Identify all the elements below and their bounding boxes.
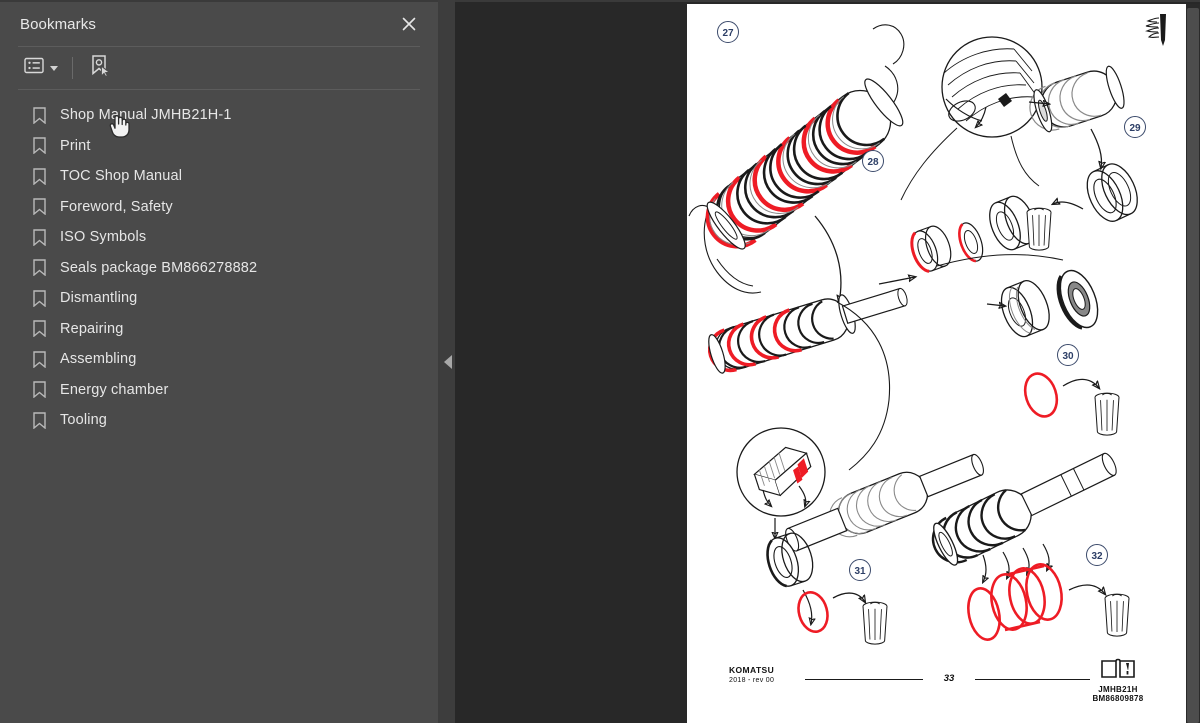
svg-text:32: 32 [1091, 551, 1103, 562]
brand-revision: 2018 - rev 00 [729, 676, 775, 684]
bookmark-icon [33, 290, 55, 307]
bookmark-item-repairing[interactable]: Repairing [0, 314, 438, 345]
bookmark-item-label: Tooling [60, 412, 107, 429]
page-footer: KOMATSU 2018 - rev 00 33 JMHB21H BM86809… [687, 658, 1186, 711]
bookmark-icon [33, 351, 55, 368]
bookmark-icon [33, 198, 55, 216]
doc-code: BM86809878 [1092, 694, 1144, 703]
bookmarks-panel: Bookmarks Shop Manual JMHB21H-1 Print TO… [0, 0, 438, 723]
svg-text:29: 29 [1129, 123, 1141, 134]
panel-collapse-handle[interactable] [440, 0, 455, 723]
pdf-reader-window: Bookmarks Shop Manual JMHB21H-1 Print TO… [0, 0, 1200, 723]
document-viewer: 27 28 29 30 31 32 KOMATSU 2018 - rev 00 … [455, 0, 1200, 723]
bookmark-item-label: Dismantling [60, 290, 138, 307]
page-number: 33 [943, 673, 955, 684]
bookmark-item-label: Print [60, 137, 91, 154]
doc-model: JMHB21H [1098, 685, 1138, 694]
new-bookmark-icon [89, 54, 111, 83]
bookmark-item-seals-package[interactable]: Seals package BM866278882 [0, 253, 438, 284]
bookmark-item-label: TOC Shop Manual [60, 168, 183, 185]
svg-text:31: 31 [854, 566, 866, 577]
bookmark-icon [33, 229, 55, 246]
bookmark-item-label: Foreword, Safety [60, 198, 173, 215]
bookmarks-toolbar [0, 47, 438, 89]
bookmark-item-energy-chamber[interactable]: Energy chamber [0, 375, 438, 406]
bookmark-item-label: Seals package BM866278882 [60, 259, 258, 276]
footer-rule-left [805, 679, 923, 680]
close-icon[interactable] [396, 11, 422, 37]
bookmark-item-label: Assembling [60, 351, 137, 368]
bookmark-item-shop-manual[interactable]: Shop Manual JMHB21H-1 [0, 100, 438, 131]
chevron-down-icon [50, 65, 58, 71]
bookmark-item-print[interactable]: Print [0, 131, 438, 162]
footer-brand-block: KOMATSU 2018 - rev 00 [729, 665, 774, 684]
exploded-assembly-diagram: 27 28 29 30 31 32 [688, 21, 1146, 645]
bookmark-item-foreword-safety[interactable]: Foreword, Safety [0, 192, 438, 223]
bookmark-item-iso-symbols[interactable]: ISO Symbols [0, 222, 438, 253]
bookmark-icon [33, 168, 55, 185]
new-bookmark-button[interactable] [85, 54, 115, 82]
svg-text:27: 27 [722, 28, 734, 39]
bookmark-item-toc-shop-manual[interactable]: TOC Shop Manual [0, 161, 438, 192]
vertical-scrollbar-thumb[interactable] [1187, 8, 1199, 723]
bookmark-icon [33, 107, 55, 124]
bookmark-item-assembling[interactable]: Assembling [0, 344, 438, 375]
panel-title: Bookmarks [20, 15, 96, 33]
bookmark-options-button[interactable] [20, 54, 62, 82]
bookmark-icon [33, 259, 55, 277]
bookmark-icon [33, 137, 55, 155]
vertical-scrollbar-track[interactable] [1186, 4, 1200, 723]
collapse-left-icon [443, 354, 452, 369]
bookmark-icon [33, 412, 55, 429]
bookmarks-panel-header: Bookmarks [0, 2, 438, 46]
bookmark-item-label: Energy chamber [60, 381, 169, 398]
footer-doc-block: JMHB21H BM86809878 [1057, 657, 1179, 703]
bookmark-icon [33, 381, 55, 399]
toolbar-separator [72, 57, 73, 79]
bookmark-item-dismantling[interactable]: Dismantling [0, 283, 438, 314]
bookmark-item-label: Shop Manual JMHB21H-1 [60, 107, 232, 124]
manual-book-icon [1057, 657, 1179, 684]
pdf-page[interactable]: 27 28 29 30 31 32 KOMATSU 2018 - rev 00 … [687, 4, 1186, 723]
bookmark-item-label: Repairing [60, 320, 124, 337]
brand-name: KOMATSU [729, 665, 775, 675]
list-options-icon [24, 57, 44, 79]
svg-text:30: 30 [1062, 351, 1074, 362]
bookmark-list[interactable]: Shop Manual JMHB21H-1 Print TOC Shop Man… [0, 90, 438, 723]
bookmark-item-label: ISO Symbols [60, 229, 147, 246]
bookmark-item-tooling[interactable]: Tooling [0, 405, 438, 436]
svg-text:28: 28 [867, 157, 879, 168]
bookmark-icon [33, 320, 55, 338]
